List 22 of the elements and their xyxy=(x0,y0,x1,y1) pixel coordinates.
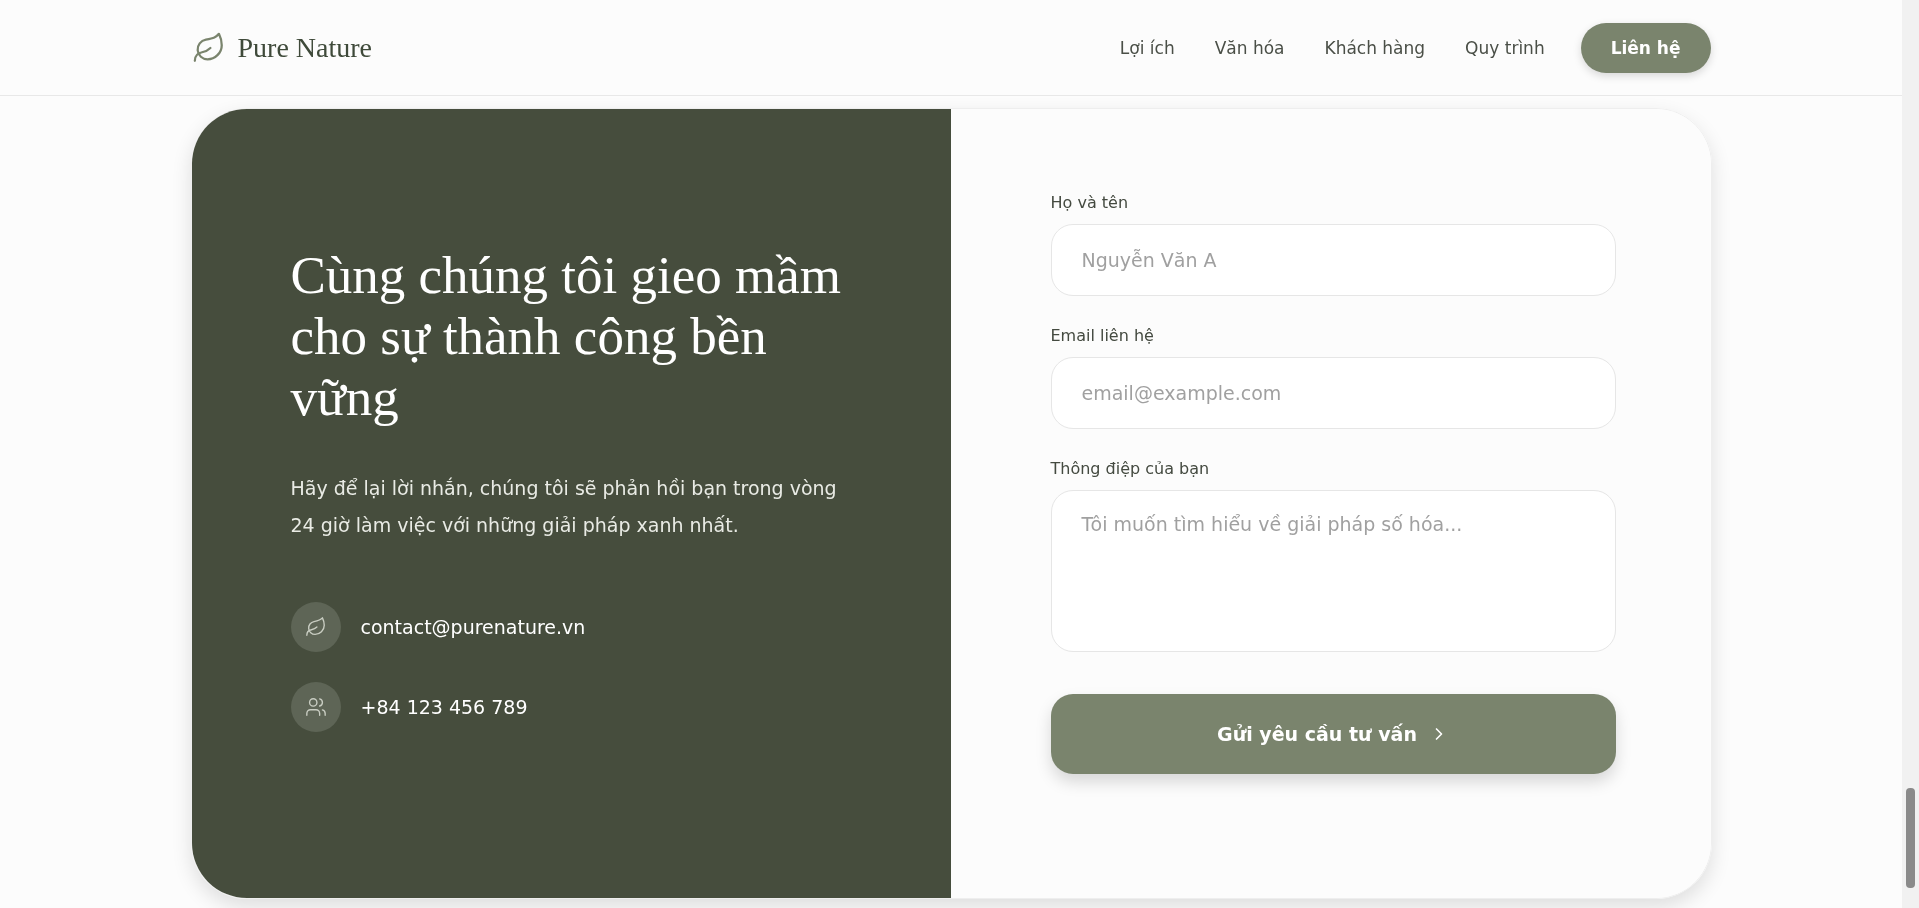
nav-link[interactable]: Quy trình xyxy=(1465,37,1545,58)
submit-button[interactable]: Gửi yêu cầu tư vấn xyxy=(1050,694,1616,774)
field-label: Email liên hệ xyxy=(1050,326,1155,345)
field-label: Họ và tên xyxy=(1050,193,1130,212)
brand-name: Pure Nature xyxy=(237,31,372,64)
contact-heading: Cùng chúng tôi gieo mầm cho sự thành công bền vững xyxy=(290,245,843,428)
contact-detail: contact@purenature.vn xyxy=(360,616,586,638)
contact-detail: +84 123 456 789 xyxy=(360,696,528,718)
users-icon xyxy=(290,682,341,732)
scrollbar-thumb[interactable] xyxy=(1906,788,1915,888)
scrollbar[interactable] xyxy=(1902,0,1919,908)
leaf-logo-icon xyxy=(191,30,226,65)
contact-text: Hãy để lại lời nhắn, chúng tôi sẽ phản hồi bạn trong vòng 24 giờ làm việc với những giải pháp xanh nhất. xyxy=(290,476,838,538)
input-field[interactable]: Nguyễn Văn A xyxy=(1050,224,1616,296)
field-label: Thông điệp của bạn xyxy=(1050,459,1211,478)
nav-link[interactable]: Khách hàng xyxy=(1324,37,1426,58)
nav-link[interactable]: Văn hóa xyxy=(1214,37,1285,58)
contact-button[interactable]: Liên hệ xyxy=(1580,22,1711,73)
message-field[interactable]: Tôi muốn tìm hiểu về giải pháp số hóa... xyxy=(1050,490,1616,652)
input-field[interactable]: email@example.com xyxy=(1050,357,1616,429)
leaf-icon xyxy=(290,602,341,652)
nav-link[interactable]: Lợi ích xyxy=(1119,37,1175,58)
